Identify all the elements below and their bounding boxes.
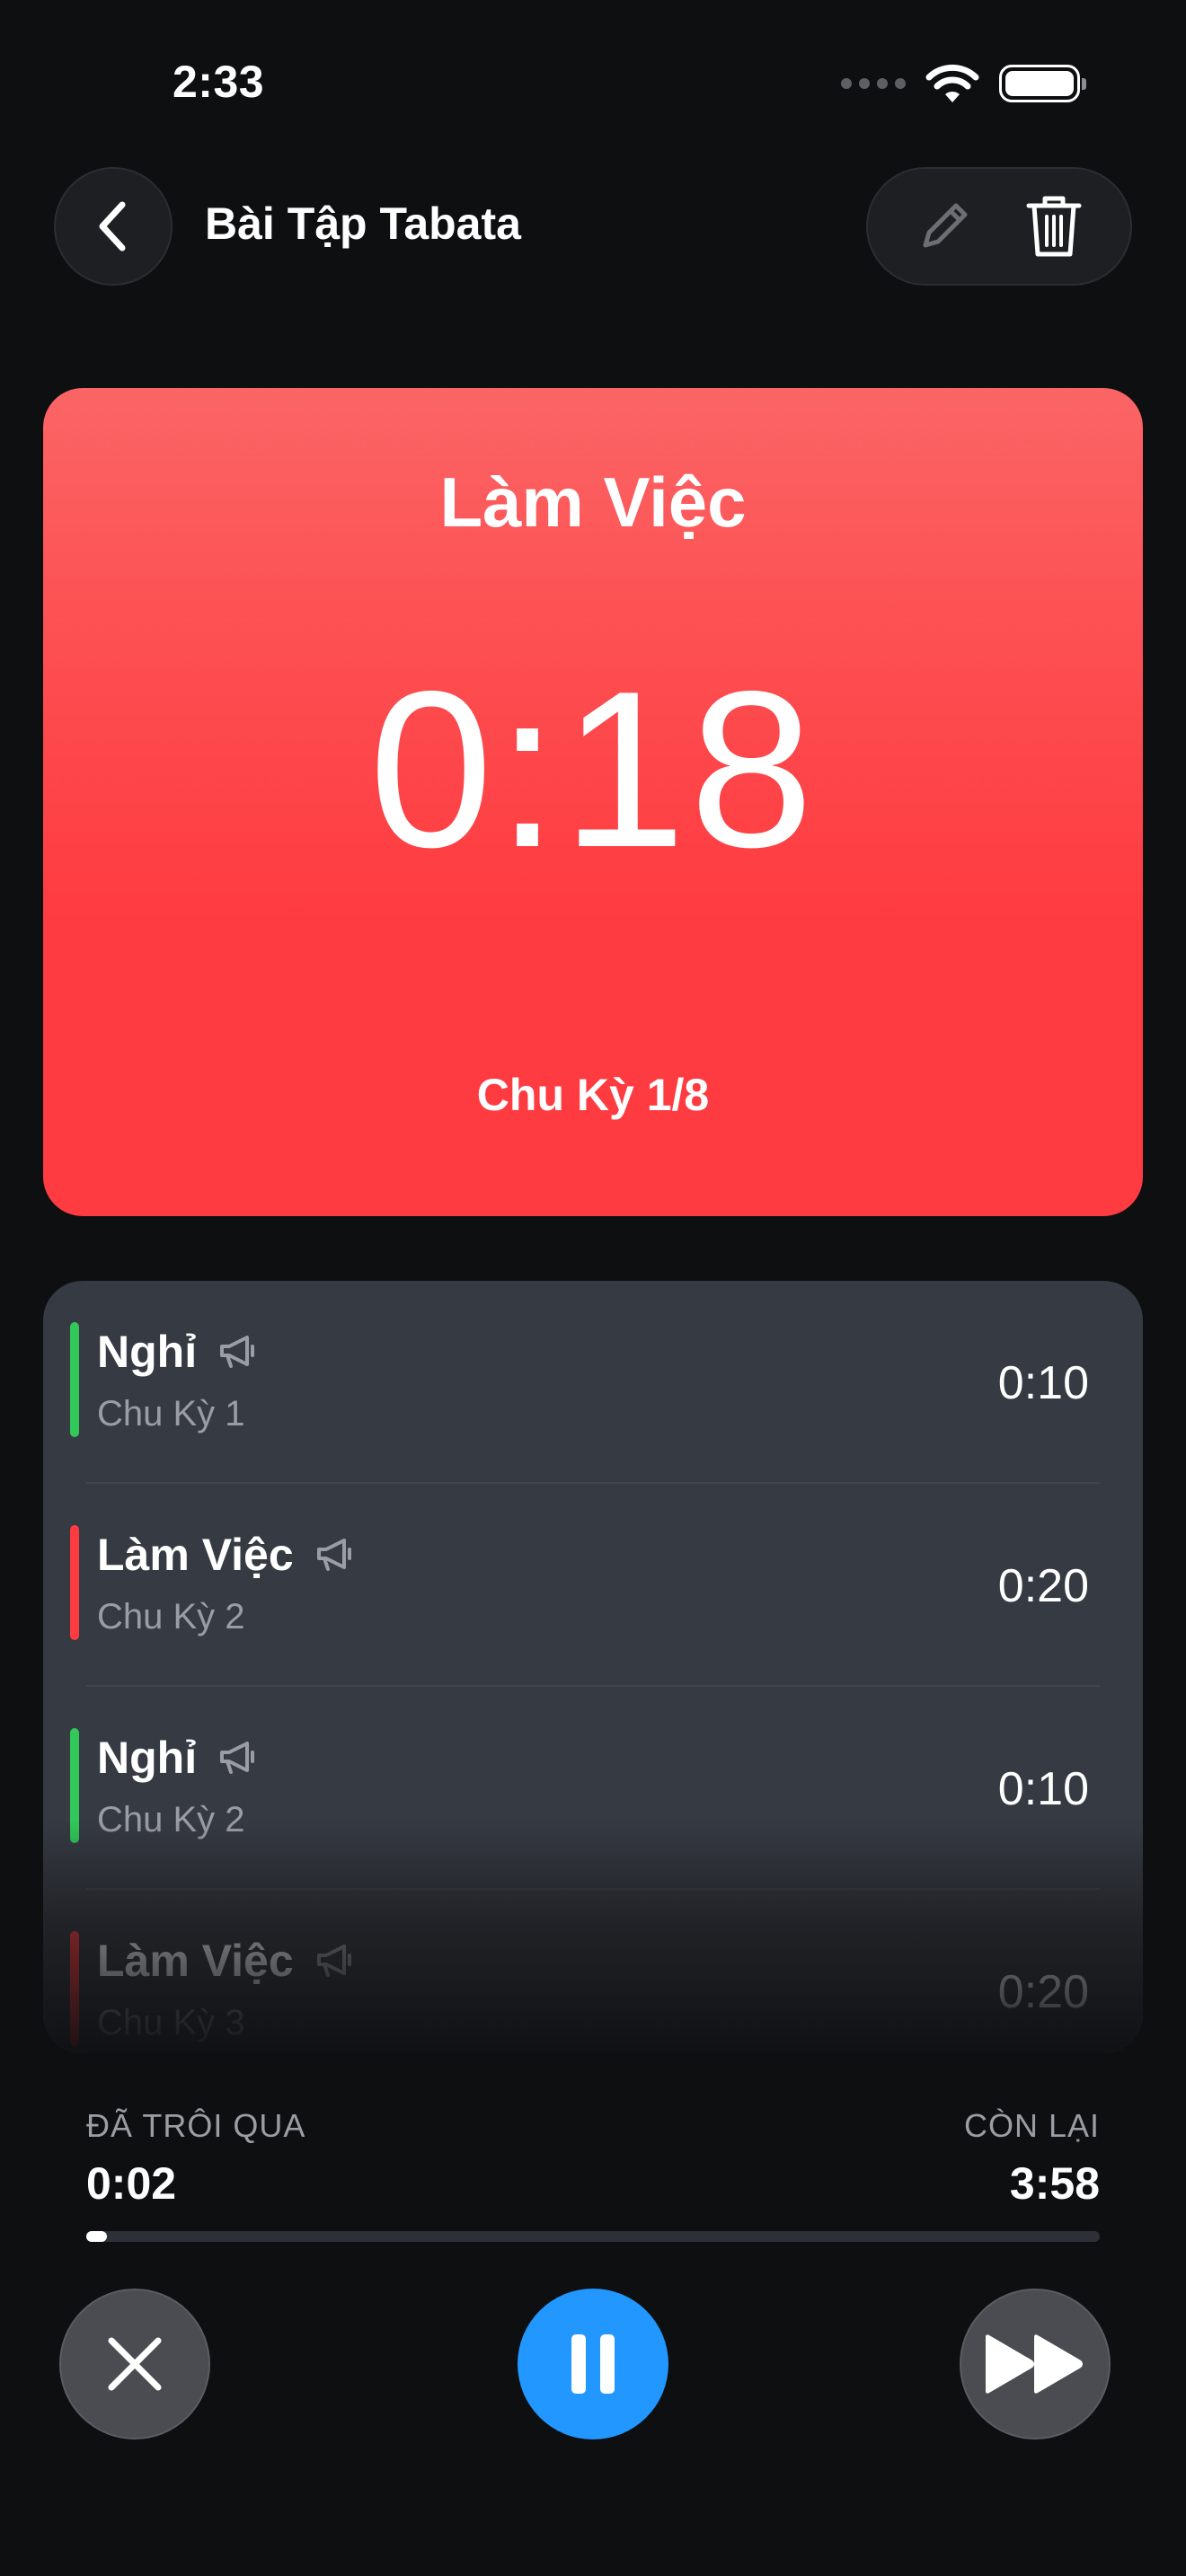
status-icons	[841, 63, 1086, 104]
interval-cycle: Chu Kỳ 3	[97, 2003, 245, 2042]
pencil-icon	[923, 203, 968, 248]
megaphone-icon	[220, 1742, 255, 1774]
pause-icon	[571, 2334, 615, 2394]
interval-duration: 0:20	[997, 1560, 1089, 1612]
countdown-display: 0:18	[368, 644, 818, 894]
status-time: 2:33	[173, 57, 265, 107]
elapsed-time: 0:02	[86, 2158, 177, 2209]
delete-button[interactable]	[1013, 186, 1094, 267]
cycle-counter: Chu Kỳ 1/8	[476, 1070, 710, 1120]
cellular-signal-icon	[841, 78, 906, 89]
interval-cycle: Chu Kỳ 2	[97, 1800, 245, 1839]
interval-duration: 0:10	[997, 1763, 1089, 1815]
interval-cycle: Chu Kỳ 1	[97, 1394, 245, 1434]
stop-button[interactable]	[59, 2289, 210, 2439]
interval-name: Nghỉ	[97, 1733, 198, 1783]
progress-fill	[86, 2231, 107, 2242]
remaining-time: 3:58	[1009, 2158, 1100, 2209]
interval-duration: 0:10	[997, 1357, 1089, 1409]
page-title: Bài Tập Tabata	[205, 198, 521, 249]
chevron-left-icon	[99, 201, 126, 251]
trash-icon	[1026, 196, 1082, 257]
megaphone-icon	[316, 1945, 351, 1977]
interval-list[interactable]: Nghỉ Chu Kỳ 1 0:10 Làm Việc Chu Kỳ 2 0:2…	[43, 1281, 1143, 2053]
skip-forward-icon	[986, 2334, 1083, 2394]
elapsed-label: ĐÃ TRÔI QUA	[86, 2107, 306, 2144]
battery-icon	[999, 65, 1086, 102]
close-icon	[108, 2337, 162, 2391]
interval-color-bar	[70, 1728, 79, 1843]
list-item[interactable]: Làm Việc Chu Kỳ 3 0:20	[43, 1890, 1143, 2053]
phase-title: Làm Việc	[439, 463, 747, 542]
wifi-icon	[925, 64, 979, 102]
timer-card: Làm Việc 0:18 Chu Kỳ 1/8	[43, 388, 1143, 1216]
interval-name: Làm Việc	[97, 1936, 294, 1986]
interval-color-bar	[70, 1525, 79, 1640]
progress-bar	[86, 2231, 1100, 2242]
remaining-label: CÒN LẠI	[963, 2107, 1100, 2144]
list-item[interactable]: Nghỉ Chu Kỳ 2 0:10	[43, 1687, 1143, 1888]
interval-duration: 0:20	[997, 1966, 1089, 2018]
pause-button[interactable]	[518, 2289, 668, 2439]
megaphone-icon	[316, 1539, 351, 1571]
list-item[interactable]: Nghỉ Chu Kỳ 1 0:10	[43, 1281, 1143, 1482]
interval-name: Nghỉ	[97, 1327, 198, 1377]
edit-button[interactable]	[904, 186, 985, 267]
interval-color-bar	[70, 1322, 79, 1437]
back-button[interactable]	[54, 167, 173, 286]
workout-timer-screen: 2:33 Bài Tập Tabata Làm Việc 0:18 Chu Kỳ…	[0, 0, 1186, 2576]
interval-color-bar	[70, 1931, 79, 2046]
skip-forward-button[interactable]	[960, 2289, 1111, 2439]
interval-cycle: Chu Kỳ 2	[97, 1597, 245, 1636]
megaphone-icon	[220, 1336, 255, 1368]
interval-name: Làm Việc	[97, 1530, 294, 1580]
list-item[interactable]: Làm Việc Chu Kỳ 2 0:20	[43, 1484, 1143, 1685]
header-actions	[866, 167, 1132, 286]
